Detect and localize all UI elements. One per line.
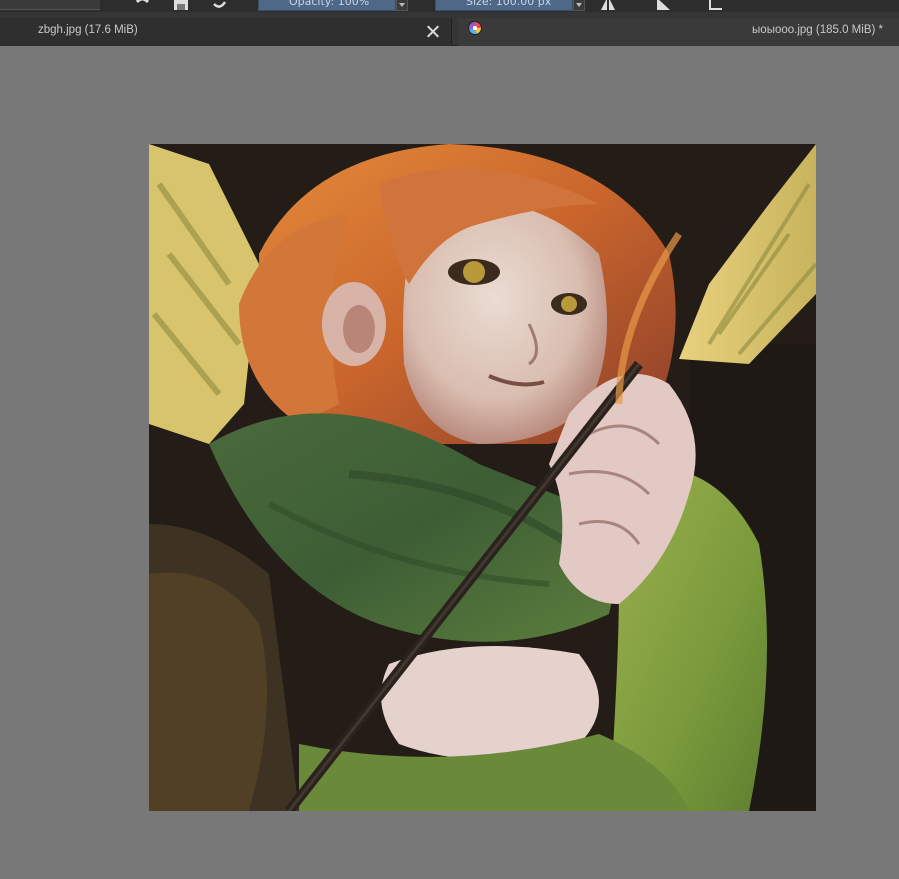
size-spinner[interactable] <box>573 0 585 11</box>
crop-icon[interactable] <box>705 0 723 12</box>
play-icon[interactable] <box>654 0 672 12</box>
opacity-label: Opacity: 100% <box>289 0 370 8</box>
tab-zbgh[interactable]: zbgh.jpg (17.6 MiB) <box>0 18 452 46</box>
tab-label: ыоыооо.jpg (185.0 MiB) * <box>752 24 883 36</box>
close-icon[interactable] <box>426 25 439 38</box>
canvas-area[interactable] <box>0 46 899 879</box>
tab-label: zbgh.jpg (17.6 MiB) <box>38 24 138 36</box>
opacity-field[interactable]: Opacity: 100% <box>258 0 396 11</box>
app-logo-icon <box>468 21 482 35</box>
redo-icon[interactable] <box>211 0 229 12</box>
top-toolbar: Opacity: 100% Size: 100.00 px <box>0 0 899 12</box>
size-field[interactable]: Size: 100.00 px <box>435 0 573 11</box>
toolbar-left-field[interactable] <box>0 0 100 10</box>
artwork-canvas[interactable] <box>149 144 816 811</box>
tab-active-document[interactable]: ыоыооо.jpg (185.0 MiB) * <box>458 18 899 46</box>
painting-image <box>149 144 816 811</box>
document-tab-bar: zbgh.jpg (17.6 MiB) ыоыооо.jpg (185.0 Mi… <box>0 12 899 46</box>
mirror-icon[interactable] <box>599 0 617 12</box>
size-label: Size: 100.00 px <box>466 0 552 8</box>
save-icon[interactable] <box>172 0 190 12</box>
undo-icon[interactable] <box>133 0 151 12</box>
opacity-spinner[interactable] <box>396 0 408 11</box>
